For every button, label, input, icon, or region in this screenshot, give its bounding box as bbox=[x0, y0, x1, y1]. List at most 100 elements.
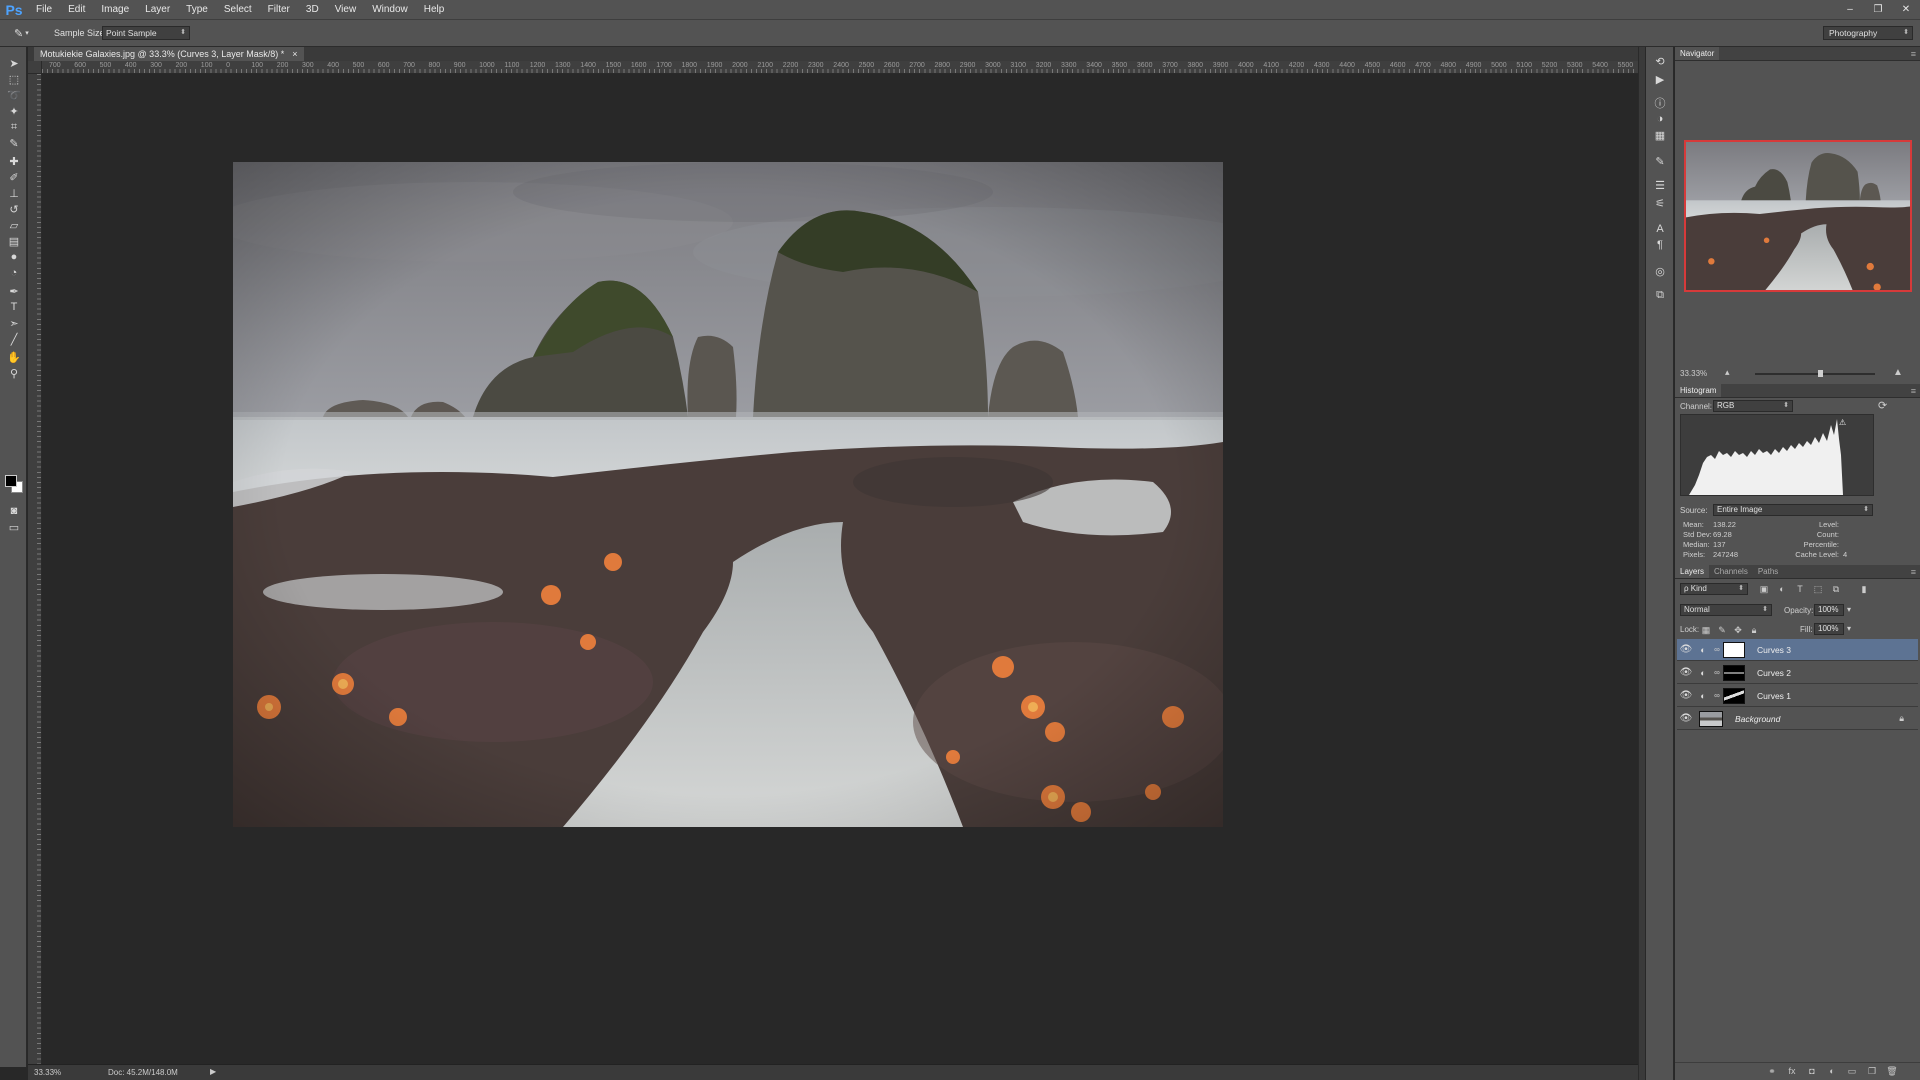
menu-filter[interactable]: Filter bbox=[260, 0, 298, 19]
lock-pixels-icon[interactable]: ✎ bbox=[1715, 624, 1729, 636]
dock-divider[interactable] bbox=[1638, 47, 1645, 1080]
swatches-panel-icon[interactable]: ▦ bbox=[1651, 127, 1669, 143]
dodge-tool-icon[interactable]: ◔ bbox=[4, 265, 24, 281]
quick-select-tool-icon[interactable]: ✦ bbox=[4, 103, 24, 119]
character-panel-icon[interactable]: A bbox=[1651, 221, 1669, 237]
layer-row-curves-1[interactable]: 👁︎ ◐ ∞ Curves 1 bbox=[1677, 685, 1918, 707]
visibility-eye-icon[interactable]: 👁︎ bbox=[1677, 690, 1695, 701]
layer-style-icon[interactable]: fx bbox=[1785, 1066, 1799, 1078]
channel-select[interactable]: RGB ⬍ bbox=[1713, 400, 1793, 412]
sample-size-select[interactable]: Point Sample ⬍ bbox=[102, 26, 190, 40]
slider-knob[interactable] bbox=[1818, 370, 1823, 377]
menu-edit[interactable]: Edit bbox=[60, 0, 93, 19]
opacity-input[interactable]: 100% bbox=[1814, 604, 1844, 616]
filter-type-icon[interactable]: T bbox=[1793, 583, 1807, 595]
navigator-zoom-slider[interactable] bbox=[1755, 370, 1875, 377]
pen-tool-icon[interactable]: ✒ bbox=[4, 283, 24, 299]
tab-navigator[interactable]: Navigator bbox=[1675, 47, 1720, 60]
mask-link-icon[interactable]: ∞ bbox=[1711, 645, 1723, 654]
menu-image[interactable]: Image bbox=[93, 0, 137, 19]
blur-tool-icon[interactable]: ● bbox=[4, 249, 24, 265]
minimize-button[interactable]: – bbox=[1836, 0, 1864, 19]
clone-source-icon[interactable]: ⧉ bbox=[1651, 287, 1669, 303]
canvas-area[interactable] bbox=[43, 75, 1638, 1064]
layer-row-background[interactable]: 👁︎ Background 🔒︎ bbox=[1677, 708, 1918, 730]
close-button[interactable]: ✕ bbox=[1892, 0, 1920, 19]
color-swatches[interactable] bbox=[5, 475, 27, 497]
navigator-thumbnail[interactable] bbox=[1684, 140, 1912, 292]
brush-tool-icon[interactable]: ✐ bbox=[4, 169, 24, 185]
zoom-out-icon[interactable]: ▴ bbox=[1725, 367, 1730, 378]
layer-name[interactable]: Curves 3 bbox=[1757, 645, 1791, 655]
brush-presets-icon[interactable]: ◎ bbox=[1651, 263, 1669, 279]
menu-select[interactable]: Select bbox=[216, 0, 260, 19]
filter-adjustment-icon[interactable]: ◐ bbox=[1775, 583, 1789, 595]
properties-panel-icon[interactable]: ⚟ bbox=[1651, 195, 1669, 211]
layer-row-curves-2[interactable]: 👁︎ ◐ ∞ Curves 2 bbox=[1677, 662, 1918, 684]
color-panel-icon[interactable]: ◑ bbox=[1651, 111, 1669, 127]
filter-shape-icon[interactable]: ⬚ bbox=[1811, 583, 1825, 595]
layer-mask-thumbnail[interactable] bbox=[1723, 664, 1745, 681]
history-brush-tool-icon[interactable]: ↺ bbox=[4, 201, 24, 217]
tab-paths[interactable]: Paths bbox=[1753, 565, 1783, 578]
blend-mode-select[interactable]: Normal ⬍ bbox=[1680, 604, 1772, 616]
document-size-info[interactable]: Doc: 45.2M/148.0M bbox=[108, 1068, 178, 1077]
screen-mode-icon[interactable]: ▭ bbox=[4, 519, 24, 535]
mask-link-icon[interactable]: ∞ bbox=[1711, 691, 1723, 700]
filter-toggle-icon[interactable]: ▮ bbox=[1857, 583, 1871, 595]
layer-mask-thumbnail[interactable] bbox=[1723, 641, 1745, 658]
link-layers-icon[interactable]: ⚭ bbox=[1765, 1066, 1779, 1078]
history-panel-icon[interactable]: ⟲ bbox=[1651, 53, 1669, 69]
panel-menu-icon[interactable]: ≡ bbox=[1911, 384, 1916, 398]
layer-mask-thumbnail[interactable] bbox=[1723, 687, 1745, 704]
lasso-tool-icon[interactable]: ➰ bbox=[4, 87, 24, 103]
zoom-tool-icon[interactable]: ⚲ bbox=[4, 365, 24, 381]
move-tool-icon[interactable]: ➤ bbox=[4, 55, 24, 71]
hand-tool-icon[interactable]: ✋ bbox=[4, 349, 24, 365]
clone-stamp-tool-icon[interactable]: ⊥ bbox=[4, 185, 24, 201]
foreground-color[interactable] bbox=[5, 475, 17, 487]
tab-channels[interactable]: Channels bbox=[1709, 565, 1753, 578]
opacity-arrow-icon[interactable]: ▾ bbox=[1847, 605, 1851, 614]
layer-name[interactable]: Background bbox=[1735, 714, 1780, 724]
lock-transparency-icon[interactable]: ▦ bbox=[1699, 624, 1713, 636]
menu-layer[interactable]: Layer bbox=[137, 0, 178, 19]
vertical-ruler[interactable] bbox=[28, 74, 42, 1064]
restore-button[interactable]: ❐ bbox=[1864, 0, 1892, 19]
tab-histogram[interactable]: Histogram bbox=[1675, 384, 1722, 397]
tool-presets-icon[interactable]: ✎ bbox=[1651, 153, 1669, 169]
line-tool-icon[interactable]: ╱ bbox=[4, 331, 24, 347]
navigator-zoom[interactable]: 33.33% bbox=[1680, 369, 1707, 378]
delete-layer-icon[interactable]: 🗑︎ bbox=[1885, 1066, 1899, 1078]
status-menu-arrow-icon[interactable]: ▶ bbox=[210, 1067, 216, 1076]
eyedropper-tool-icon[interactable]: ✎ bbox=[4, 135, 24, 151]
menu-file[interactable]: File bbox=[28, 0, 60, 19]
visibility-eye-icon[interactable]: 👁︎ bbox=[1677, 667, 1695, 678]
zoom-in-icon[interactable]: ▲ bbox=[1893, 367, 1903, 378]
filter-smart-object-icon[interactable]: ⧉ bbox=[1829, 583, 1843, 595]
menu-window[interactable]: Window bbox=[364, 0, 416, 19]
healing-brush-tool-icon[interactable]: ✚ bbox=[4, 153, 24, 169]
layer-row-curves-3[interactable]: 👁︎ ◐ ∞ Curves 3 bbox=[1677, 639, 1918, 661]
tool-preset-picker[interactable]: ✎ ▾ bbox=[14, 25, 44, 41]
crop-tool-icon[interactable]: ⌗ bbox=[4, 119, 24, 135]
add-mask-icon[interactable]: ◘ bbox=[1805, 1066, 1819, 1078]
fill-arrow-icon[interactable]: ▾ bbox=[1847, 624, 1851, 633]
menu-type[interactable]: Type bbox=[178, 0, 216, 19]
document-image[interactable] bbox=[233, 162, 1223, 827]
zoom-level[interactable]: 33.33% bbox=[34, 1068, 61, 1077]
eraser-tool-icon[interactable]: ▱ bbox=[4, 217, 24, 233]
menu-3d[interactable]: 3D bbox=[298, 0, 327, 19]
new-group-icon[interactable]: ▭ bbox=[1845, 1066, 1859, 1078]
menu-help[interactable]: Help bbox=[416, 0, 453, 19]
filter-pixel-icon[interactable]: ▣ bbox=[1757, 583, 1771, 595]
new-layer-icon[interactable]: ❐ bbox=[1865, 1066, 1879, 1078]
quick-mask-icon[interactable]: ◙ bbox=[4, 503, 24, 519]
horizontal-ruler[interactable]: 700 600 500 400 300 200 100 0 100 200 300 400 500 600… bbox=[42, 61, 1638, 74]
source-select[interactable]: Entire Image ⬍ bbox=[1713, 504, 1873, 516]
gradient-tool-icon[interactable]: ▤ bbox=[4, 233, 24, 249]
panel-menu-icon[interactable]: ≡ bbox=[1911, 565, 1916, 579]
lock-position-icon[interactable]: ✥ bbox=[1731, 624, 1745, 636]
marquee-tool-icon[interactable]: ⬚ bbox=[4, 71, 24, 87]
actions-panel-icon[interactable]: ▶ bbox=[1651, 71, 1669, 87]
